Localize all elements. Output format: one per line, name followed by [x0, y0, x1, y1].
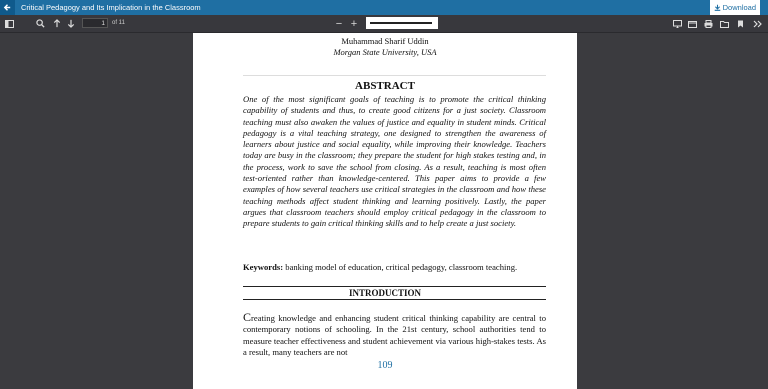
- introduction-heading: INTRODUCTION: [348, 288, 421, 298]
- folder-icon: [719, 20, 729, 28]
- previous-page-button[interactable]: [51, 15, 63, 32]
- author-name: Muhammad Sharif Uddin: [341, 36, 429, 46]
- open-file-button[interactable]: [686, 15, 698, 32]
- double-chevron-right-icon: [753, 20, 762, 28]
- open-file-icon: [687, 20, 697, 28]
- keywords-label: Keywords:: [243, 262, 284, 272]
- keywords-text: banking model of education, critical ped…: [285, 262, 518, 272]
- download-button[interactable]: Download: [709, 0, 760, 15]
- abstract-heading: ABSTRACT: [355, 80, 415, 92]
- presentation-mode-button[interactable]: [671, 15, 683, 32]
- divider: [243, 75, 546, 76]
- find-button[interactable]: [34, 15, 46, 32]
- author-affiliation: Morgan State University, USA: [333, 47, 437, 57]
- download-icon: [714, 4, 721, 11]
- search-icon: [35, 19, 45, 28]
- document-title: Critical Pedagogy and Its Implication in…: [21, 3, 201, 12]
- save-button[interactable]: [718, 15, 730, 32]
- print-icon: [704, 19, 713, 28]
- divider: [243, 286, 546, 287]
- bookmark-button[interactable]: [734, 15, 746, 32]
- introduction-text: Creating knowledge and enhancing student…: [243, 310, 546, 359]
- page-number: 109: [377, 360, 393, 371]
- arrow-up-icon: [53, 19, 61, 28]
- page-number-input[interactable]: 1: [82, 18, 108, 28]
- keywords: Keywords: banking model of education, cr…: [243, 262, 546, 273]
- zoom-select[interactable]: [366, 17, 438, 29]
- pdf-toolbar: 1 of 11 − +: [0, 15, 768, 33]
- page-count: of 11: [112, 20, 125, 26]
- sidebar-toggle-icon: [4, 19, 14, 28]
- back-button[interactable]: [0, 0, 15, 15]
- divider: [243, 299, 546, 300]
- presentation-icon: [672, 19, 682, 28]
- next-page-button[interactable]: [65, 15, 77, 32]
- abstract-text: One of the most significant goals of tea…: [243, 94, 546, 229]
- drop-cap: C: [243, 310, 252, 324]
- title-bar: Critical Pedagogy and Its Implication in…: [0, 0, 768, 15]
- arrow-left-icon: [3, 3, 12, 12]
- zoom-in-button[interactable]: +: [348, 15, 360, 32]
- zoom-out-button[interactable]: −: [333, 15, 345, 32]
- bookmark-icon: [737, 20, 744, 28]
- arrow-down-icon: [67, 19, 75, 28]
- sidebar-toggle-button[interactable]: [3, 15, 15, 32]
- download-label: Download: [722, 3, 756, 12]
- zoom-select-redacted: [370, 22, 432, 24]
- pdf-page: Muhammad Sharif Uddin Morgan State Unive…: [193, 33, 577, 389]
- print-button[interactable]: [702, 15, 714, 32]
- introduction-body: reating knowledge and enhancing student …: [243, 313, 546, 358]
- tools-button[interactable]: [751, 15, 763, 32]
